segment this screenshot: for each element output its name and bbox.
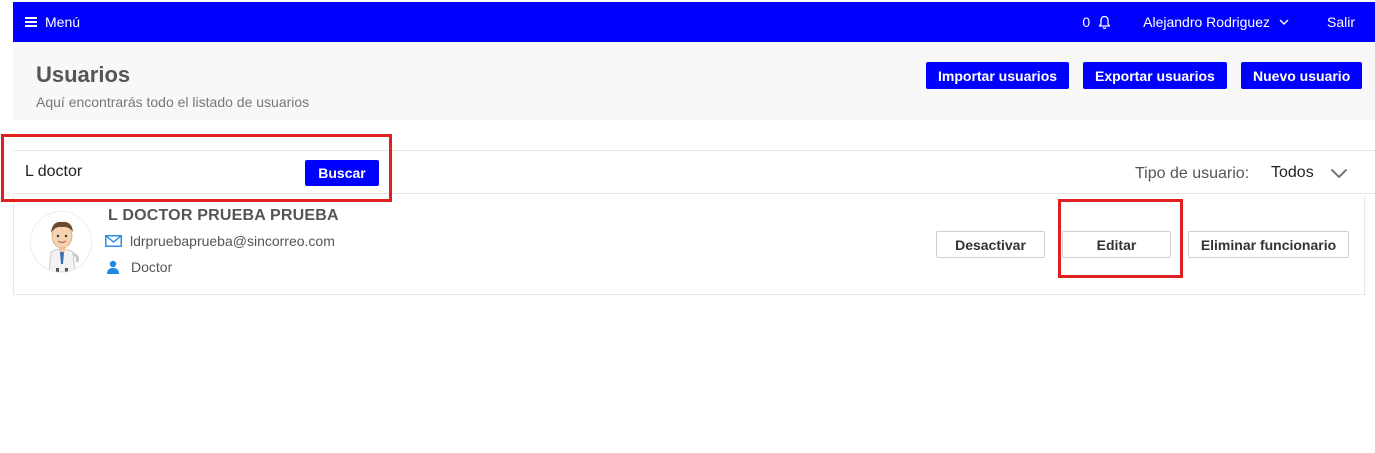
new-user-button[interactable]: Nuevo usuario: [1241, 62, 1363, 89]
logout-link[interactable]: Salir: [1327, 14, 1355, 30]
user-role: Doctor: [131, 259, 173, 275]
user-type-select[interactable]: Todos: [1271, 159, 1348, 187]
page-title: Usuarios: [36, 62, 131, 87]
chevron-down-icon: [1330, 168, 1347, 178]
notifications-count: 0: [1082, 14, 1091, 30]
search-input[interactable]: [13, 152, 298, 192]
top-navbar: Menú 0 Alejandro Rodriguez Salir: [13, 2, 1375, 42]
menu-button[interactable]: Menú: [25, 14, 80, 30]
export-users-button[interactable]: Exportar usuarios: [1083, 62, 1227, 89]
envelope-icon: [105, 235, 122, 247]
delete-employee-button[interactable]: Eliminar funcionario: [1188, 231, 1349, 258]
doctor-avatar-icon: [31, 212, 91, 272]
user-type-label: Tipo de usuario:: [1135, 165, 1250, 182]
hamburger-icon: [25, 17, 37, 27]
person-icon: [107, 260, 119, 274]
topbar-right: 0 Alejandro Rodriguez Salir: [1082, 14, 1375, 30]
chevron-down-icon: [1279, 19, 1289, 25]
deactivate-button[interactable]: Desactivar: [936, 231, 1045, 258]
page-header: Usuarios Aquí encontrarás todo el listad…: [13, 42, 1375, 120]
user-type-value: Todos: [1271, 164, 1314, 181]
page-subtitle: Aquí encontrarás todo el listado de usua…: [36, 94, 310, 110]
user-menu[interactable]: Alejandro Rodriguez: [1143, 14, 1289, 30]
user-name: L DOCTOR PRUEBA PRUEBA: [108, 207, 339, 224]
edit-button[interactable]: Editar: [1062, 231, 1171, 258]
user-email: ldrpruebaprueba@sincorreo.com: [130, 233, 335, 249]
menu-label: Menú: [45, 14, 81, 30]
user-email-row: ldrpruebaprueba@sincorreo.com: [105, 233, 335, 249]
search-button[interactable]: Buscar: [305, 160, 379, 186]
avatar: [30, 211, 92, 273]
import-users-button[interactable]: Importar usuarios: [926, 62, 1070, 89]
notifications-button[interactable]: 0: [1082, 14, 1111, 30]
user-role-row: Doctor: [106, 259, 172, 275]
filter-bar: Buscar Tipo de usuario: Todos: [13, 150, 1375, 194]
bell-icon: [1098, 15, 1111, 29]
list-item: L DOCTOR PRUEBA PRUEBA ldrpruebaprueba@s…: [13, 196, 1365, 295]
user-name: Alejandro Rodriguez: [1143, 14, 1270, 30]
